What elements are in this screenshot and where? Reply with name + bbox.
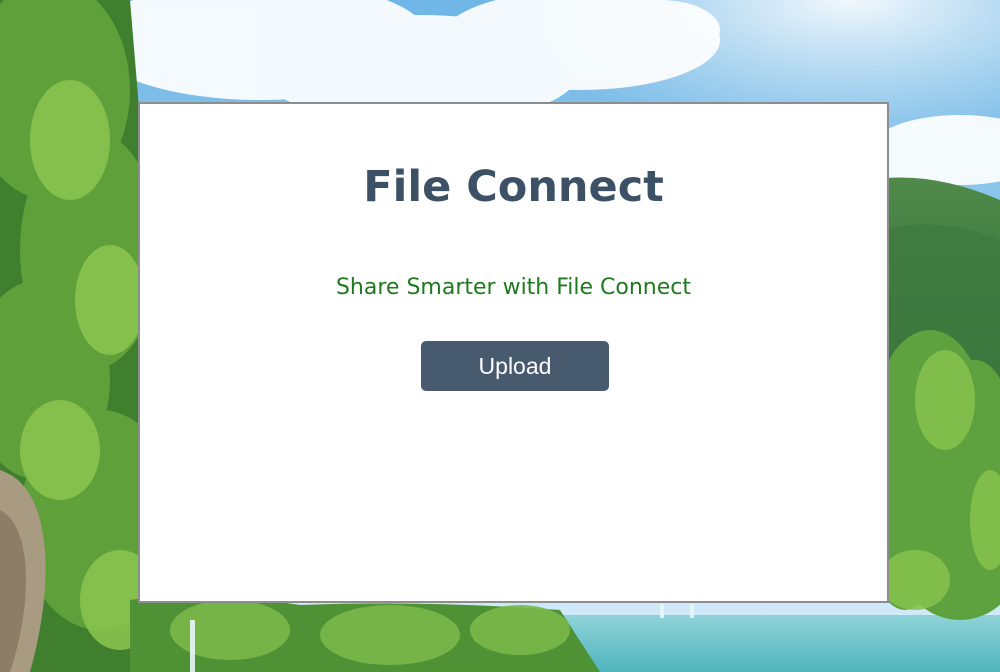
- page-title: File Connect: [363, 162, 664, 212]
- tagline: Share Smarter with File Connect: [335, 275, 692, 300]
- upload-button[interactable]: Upload: [421, 341, 609, 391]
- main-card: File Connect Share Smarter with File Con…: [138, 102, 889, 603]
